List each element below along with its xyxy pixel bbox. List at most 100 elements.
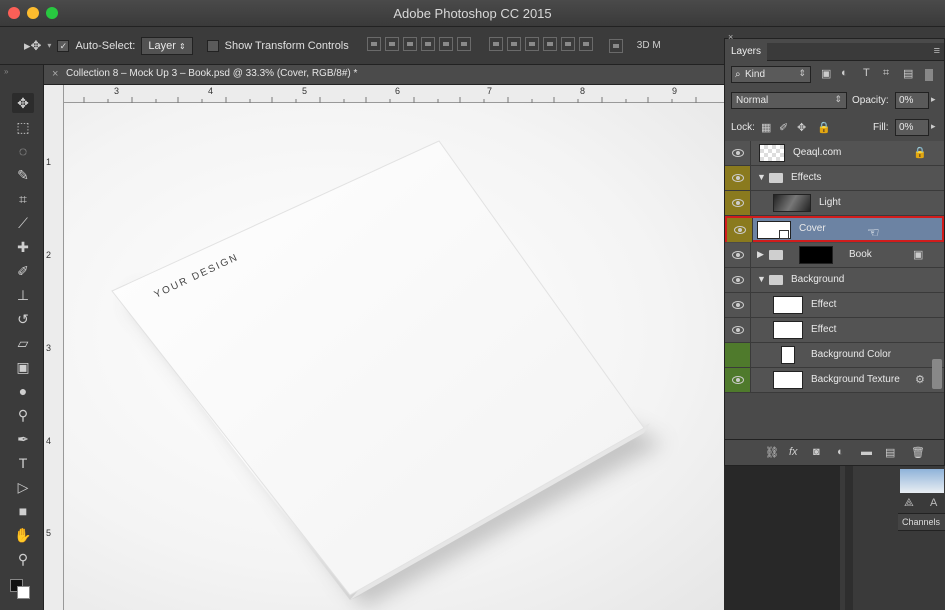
crop-tool-icon[interactable]: ⌗ (12, 189, 34, 209)
shape-filter-icon[interactable]: ⌗ (883, 67, 889, 80)
move-tool-icon[interactable]: ✥ (12, 93, 34, 113)
link-layers-icon[interactable]: ⛓ (765, 446, 779, 459)
delete-layer-icon[interactable]: 🗑 (911, 446, 925, 459)
lasso-tool-icon[interactable]: ◌ (12, 141, 34, 161)
collapsed-caret-icon[interactable]: ▶ (757, 249, 764, 260)
add-mask-icon[interactable]: ◙ (813, 446, 820, 458)
gradient-tool-icon[interactable]: ▣ (12, 357, 34, 377)
panel-menu-icon[interactable]: ≡ (934, 45, 940, 57)
3d-mode-label[interactable]: 3D M (637, 40, 661, 51)
align-top-icon[interactable] (366, 37, 381, 51)
background-color-swatch[interactable] (17, 586, 30, 599)
distribute-top-icon[interactable] (488, 37, 503, 51)
blend-mode-dropdown[interactable]: Normal ⇕ (731, 92, 847, 109)
distribute-right-icon[interactable] (578, 37, 593, 51)
layer-row[interactable]: Effect (725, 293, 944, 318)
new-layer-icon[interactable]: ▤ (885, 446, 895, 459)
stamp-tool-icon[interactable]: ⊥ (12, 285, 34, 305)
layers-scrollbar[interactable] (932, 359, 942, 389)
auto-select-dropdown[interactable]: Layer ⇕ (141, 36, 193, 55)
expanded-caret-icon[interactable]: ▼ (757, 274, 766, 284)
visibility-toggle[interactable] (725, 293, 751, 317)
dodge-tool-icon[interactable]: ⚲ (12, 405, 34, 425)
show-transform-checkbox[interactable] (206, 39, 219, 52)
lock-transparent-icon[interactable]: ▦ (761, 121, 771, 134)
opacity-dropdown-icon[interactable]: ▸ (931, 94, 936, 105)
quick-select-tool-icon[interactable]: ✎ (12, 165, 34, 185)
fill-field[interactable]: 0% (895, 119, 929, 136)
move-tool-icon[interactable]: ▸✥ (24, 38, 41, 54)
collapse-tools-icon[interactable]: » (4, 67, 8, 76)
eyedropper-tool-icon[interactable]: ⟋ (12, 213, 34, 233)
layer-row[interactable]: Background Texture ⚙ (725, 368, 944, 393)
align-bottom-icon[interactable] (402, 37, 417, 51)
align-vcenter-icon[interactable] (384, 37, 399, 51)
lock-image-icon[interactable]: ✐ (779, 121, 788, 134)
auto-align-icon[interactable] (608, 38, 623, 53)
new-adjustment-icon[interactable]: ◐ (837, 446, 844, 458)
visibility-toggle[interactable] (725, 166, 751, 190)
document-canvas[interactable]: YOUR DESIGN (64, 103, 724, 610)
layer-effects-icon[interactable]: ⚙ (915, 373, 925, 386)
type-filter-icon[interactable]: T (863, 67, 870, 79)
marquee-tool-icon[interactable]: ⬚ (12, 117, 34, 137)
tool-preset-caret-icon[interactable]: ▾ (47, 41, 51, 50)
adjustment-filter-icon[interactable]: ◐ (841, 67, 848, 79)
distribute-vcenter-icon[interactable] (506, 37, 521, 51)
vertical-ruler[interactable]: 1 2 3 4 5 (44, 85, 64, 610)
pen-tool-icon[interactable]: ✒ (12, 429, 34, 449)
horizontal-ruler[interactable]: 3 4 5 6 7 8 9 (64, 85, 724, 103)
pixel-filter-icon[interactable]: ▣ (821, 67, 831, 80)
visibility-toggle[interactable] (725, 141, 751, 165)
layer-row[interactable]: Effect (725, 318, 944, 343)
blur-tool-icon[interactable]: ● (12, 381, 34, 401)
new-group-icon[interactable]: ▬ (861, 446, 872, 458)
layer-row[interactable]: Background Color (725, 343, 944, 368)
layer-row-selected[interactable]: Cover ☜ (725, 216, 944, 242)
distribute-bottom-icon[interactable] (524, 37, 539, 51)
layer-row[interactable]: ▼ Effects (725, 166, 944, 191)
align-hcenter-icon[interactable] (438, 37, 453, 51)
smart-object-filter-icon[interactable]: ▤ (903, 67, 913, 80)
fill-dropdown-icon[interactable]: ▸ (931, 121, 936, 132)
visibility-toggle[interactable] (725, 318, 751, 342)
align-right-icon[interactable] (456, 37, 471, 51)
layer-row[interactable]: Light (725, 191, 944, 216)
history-brush-tool-icon[interactable]: ↺ (12, 309, 34, 329)
visibility-toggle-off[interactable] (725, 343, 751, 367)
opacity-field[interactable]: 0% (895, 92, 929, 109)
hand-tool-icon[interactable]: ✋ (12, 525, 34, 545)
add-style-icon[interactable]: fx (789, 446, 798, 458)
path-select-tool-icon[interactable]: ▷ (12, 477, 34, 497)
brush-tool-icon[interactable]: ✐ (12, 261, 34, 281)
eraser-tool-icon[interactable]: ▱ (12, 333, 34, 353)
lock-all-icon[interactable]: 🔒 (817, 121, 831, 134)
visibility-toggle[interactable] (727, 218, 753, 242)
channels-tab[interactable]: Channels (898, 513, 945, 531)
close-doc-icon[interactable]: × (52, 68, 58, 80)
filter-toggle[interactable] (925, 69, 933, 81)
layer-row[interactable]: ▶ Book ▣ (725, 243, 944, 268)
layers-tab[interactable]: Layers (725, 43, 767, 61)
align-left-icon[interactable] (420, 37, 435, 51)
document-tab[interactable]: × Collection 8 – Mock Up 3 – Book.psd @ … (44, 65, 724, 85)
distribute-hcenter-icon[interactable] (560, 37, 575, 51)
distribute-left-icon[interactable] (542, 37, 557, 51)
rectangle-tool-icon[interactable]: ■ (12, 501, 34, 521)
healing-brush-tool-icon[interactable]: ✚ (12, 237, 34, 257)
layer-row[interactable]: ▼ Background (725, 268, 944, 293)
close-panel-icon[interactable]: × (728, 32, 733, 42)
auto-select-checkbox[interactable]: ✓ (57, 39, 70, 52)
zoom-tool-icon[interactable]: ⚲ (12, 549, 34, 569)
visibility-toggle[interactable] (725, 368, 751, 392)
layer-row[interactable]: Qeaql.com 🔒 (725, 141, 944, 166)
brush-icon[interactable]: ⟁ (904, 497, 914, 510)
type-tool-icon[interactable]: T (12, 453, 34, 473)
filter-kind-dropdown[interactable]: ⌕ Kind ⇕ (731, 66, 811, 83)
expanded-caret-icon[interactable]: ▼ (757, 172, 766, 182)
visibility-toggle[interactable] (725, 243, 751, 267)
dock-scrollbar[interactable] (845, 465, 853, 610)
visibility-toggle[interactable] (725, 191, 751, 215)
type-icon[interactable]: A (930, 497, 937, 509)
lock-position-icon[interactable]: ✥ (797, 121, 806, 134)
